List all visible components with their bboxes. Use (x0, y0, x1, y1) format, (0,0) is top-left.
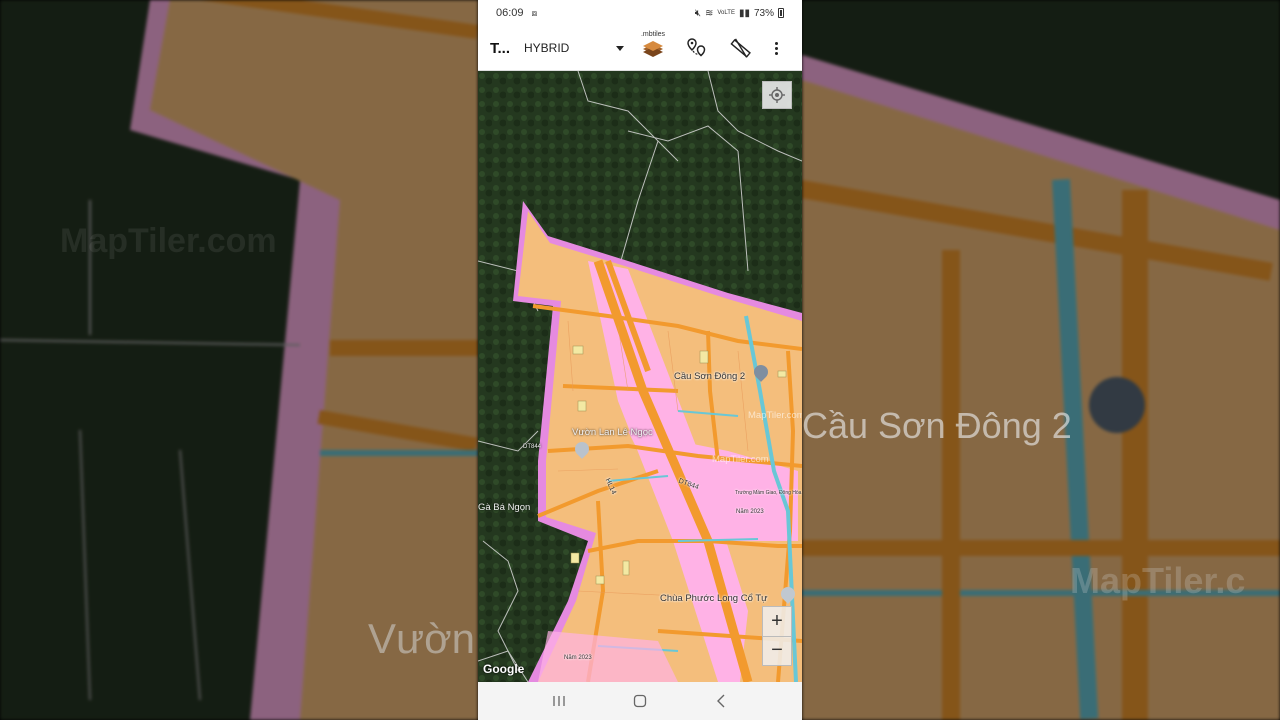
background-left-watermark: MapTiler.com (60, 222, 277, 260)
place-label: Gà Bá Ngọn (478, 502, 531, 513)
app-title: T... (490, 39, 511, 57)
watermark-2: MapTiler.com (712, 454, 769, 465)
zoom-in-button[interactable]: + (763, 607, 791, 636)
google-attribution: Google (483, 662, 525, 676)
map-view[interactable]: Cầu Sơn Đông 2 Vườn Lan Lê Ngọc Chùa Phư… (478, 71, 802, 682)
road-label-dt844-west: DT844 (523, 444, 542, 450)
home-icon (633, 694, 647, 708)
route-pin-icon (687, 38, 706, 57)
watermark-1: MapTiler.com (748, 410, 802, 421)
mbtiles-label: .mbtiles (640, 31, 666, 38)
screenshot-icon: ⧈ (531, 7, 538, 18)
background-left: MapTiler.com Vườn (0, 0, 478, 720)
map-type-value: HYBRID (524, 41, 570, 55)
school-label: Trường Mầm Giao, Đông Hòa (735, 490, 802, 496)
more-options-icon[interactable] (772, 41, 780, 55)
battery-text: 73% (753, 7, 774, 19)
my-location-button[interactable] (762, 81, 792, 109)
background-left-label: Vườn (368, 615, 476, 662)
map-type-dropdown[interactable]: HYBRID (524, 41, 624, 55)
poi-label-garden: Vườn Lan Lê Ngọc (572, 427, 653, 438)
year-label-2: Năm 2023 (564, 655, 592, 661)
chevron-down-icon (616, 45, 624, 51)
home-button[interactable] (620, 686, 660, 716)
zoom-controls: + − (762, 606, 792, 666)
crosshair-icon (769, 87, 785, 103)
poi-label-bridge: Cầu Sơn Đông 2 (674, 371, 746, 382)
recent-apps-button[interactable] (539, 686, 579, 716)
system-nav-bar (478, 682, 802, 720)
mbtiles-button[interactable]: .mbtiles (640, 31, 666, 61)
route-button[interactable] (684, 35, 710, 61)
app-toolbar: T... HYBRID .mbtiles (478, 26, 802, 71)
year-label-1: Năm 2023 (736, 509, 764, 515)
mute-icon: 🔇︎ (694, 7, 701, 19)
poi-label-temple: Chùa Phước Long Cổ Tự (660, 593, 768, 604)
measure-button[interactable] (728, 35, 754, 61)
signal-icon: ▮▮ (738, 7, 750, 19)
phone-screen: 06:09 ⧈ 🔇︎ ≋ VoLTE ▮▮ 73% T... HYBRID .m… (478, 0, 802, 720)
ruler-pencil-icon (730, 38, 751, 58)
zoom-out-button[interactable]: − (763, 635, 791, 666)
back-button[interactable] (701, 686, 741, 716)
battery-icon (778, 8, 784, 18)
layers-stack-icon (643, 41, 663, 57)
back-chevron-icon (717, 694, 725, 708)
recents-icon (553, 696, 565, 706)
background-right: Cầu Sơn Đông 2 MapTiler.c (802, 0, 1280, 720)
status-bar: 06:09 ⧈ 🔇︎ ≋ VoLTE ▮▮ 73% (478, 0, 802, 26)
background-right-label: Cầu Sơn Đông 2 (802, 405, 1072, 446)
background-right-watermark: MapTiler.c (1070, 560, 1246, 601)
network-label: VoLTE (717, 10, 735, 16)
map-canvas[interactable] (478, 71, 802, 682)
status-time: 06:09 (496, 7, 524, 19)
wifi-icon: ≋ (705, 7, 714, 19)
